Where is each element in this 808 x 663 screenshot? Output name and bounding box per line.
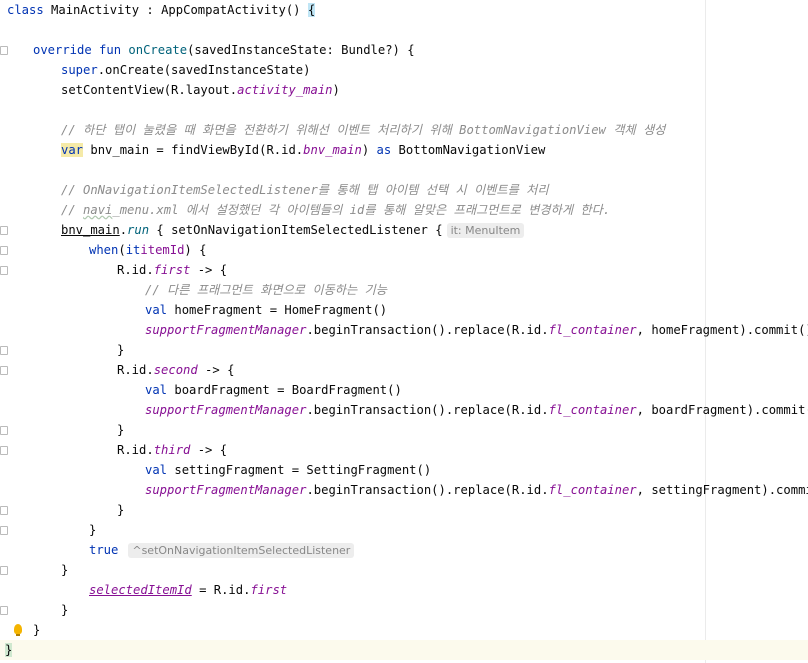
code-line-caret[interactable]: } — [5, 640, 13, 660]
fold-marker-icon[interactable] — [0, 346, 8, 355]
code-line[interactable]: supportFragmentManager.beginTransaction(… — [145, 400, 808, 420]
code-line[interactable]: } — [117, 420, 124, 440]
code-line[interactable]: } — [33, 620, 40, 640]
code-line[interactable]: val settingFragment = SettingFragment() — [145, 460, 431, 480]
lambda-return-hint: ^setOnNavigationItemSelectedListener — [128, 543, 355, 558]
code-line[interactable]: } — [89, 520, 96, 540]
code-line[interactable]: R.id.third -> { — [117, 440, 227, 460]
code-line[interactable]: override fun onCreate(savedInstanceState… — [33, 40, 415, 60]
fold-marker-icon[interactable] — [0, 226, 8, 235]
fold-marker-icon[interactable] — [0, 526, 8, 535]
fold-marker-icon[interactable] — [0, 426, 8, 435]
code-comment: // 다른 프래그먼트 화면으로 이동하는 기능 — [145, 283, 387, 297]
fold-marker-icon[interactable] — [0, 606, 8, 615]
code-line[interactable]: var bnv_main = findViewById(R.id.bnv_mai… — [61, 140, 545, 160]
code-comment: // OnNavigationItemSelectedListener를 통해 … — [61, 183, 549, 197]
code-line[interactable]: setContentView(R.layout.activity_main) — [61, 80, 340, 100]
code-line[interactable]: supportFragmentManager.beginTransaction(… — [145, 320, 808, 340]
intention-lightbulb-icon[interactable] — [14, 624, 22, 636]
code-line[interactable]: true ^setOnNavigationItemSelectedListener — [89, 540, 355, 560]
fold-marker-icon[interactable] — [0, 246, 8, 255]
code-line[interactable]: R.id.second -> { — [117, 360, 234, 380]
editor-gutter[interactable] — [0, 0, 7, 663]
code-comment: // 하단 탭이 눌렸을 때 화면을 전환하기 위해선 이벤트 처리하기 위해 … — [61, 123, 666, 137]
code-line[interactable]: } — [61, 600, 68, 620]
code-line[interactable]: bnv_main.run { setOnNavigationItemSelect… — [61, 220, 525, 240]
fold-marker-icon[interactable] — [0, 446, 8, 455]
code-line[interactable]: } — [117, 340, 124, 360]
code-line[interactable]: } — [61, 560, 68, 580]
fold-marker-icon[interactable] — [0, 506, 8, 515]
code-line[interactable]: when(ititemId) { — [89, 240, 206, 260]
current-line-highlight — [0, 640, 808, 660]
code-comment: // navi_menu.xml 에서 설정했던 각 아이템들의 id를 통해 … — [61, 203, 611, 217]
fold-marker-icon[interactable] — [0, 266, 8, 275]
code-line[interactable]: val boardFragment = BoardFragment() — [145, 380, 402, 400]
code-line[interactable]: } — [117, 500, 124, 520]
code-line[interactable]: class MainActivity : AppCompatActivity()… — [7, 0, 316, 20]
fold-marker-icon[interactable] — [0, 366, 8, 375]
code-line[interactable]: supportFragmentManager.beginTransaction(… — [145, 480, 808, 500]
parameter-type-hint: it: MenuItem — [446, 223, 525, 238]
code-line[interactable]: val homeFragment = HomeFragment() — [145, 300, 387, 320]
code-line[interactable]: super.onCreate(savedInstanceState) — [61, 60, 310, 80]
fold-marker-icon[interactable] — [0, 566, 8, 575]
code-line[interactable]: R.id.first -> { — [117, 260, 227, 280]
fold-marker-icon[interactable] — [0, 46, 8, 55]
code-line[interactable]: selectedItemId = R.id.first — [89, 580, 287, 600]
